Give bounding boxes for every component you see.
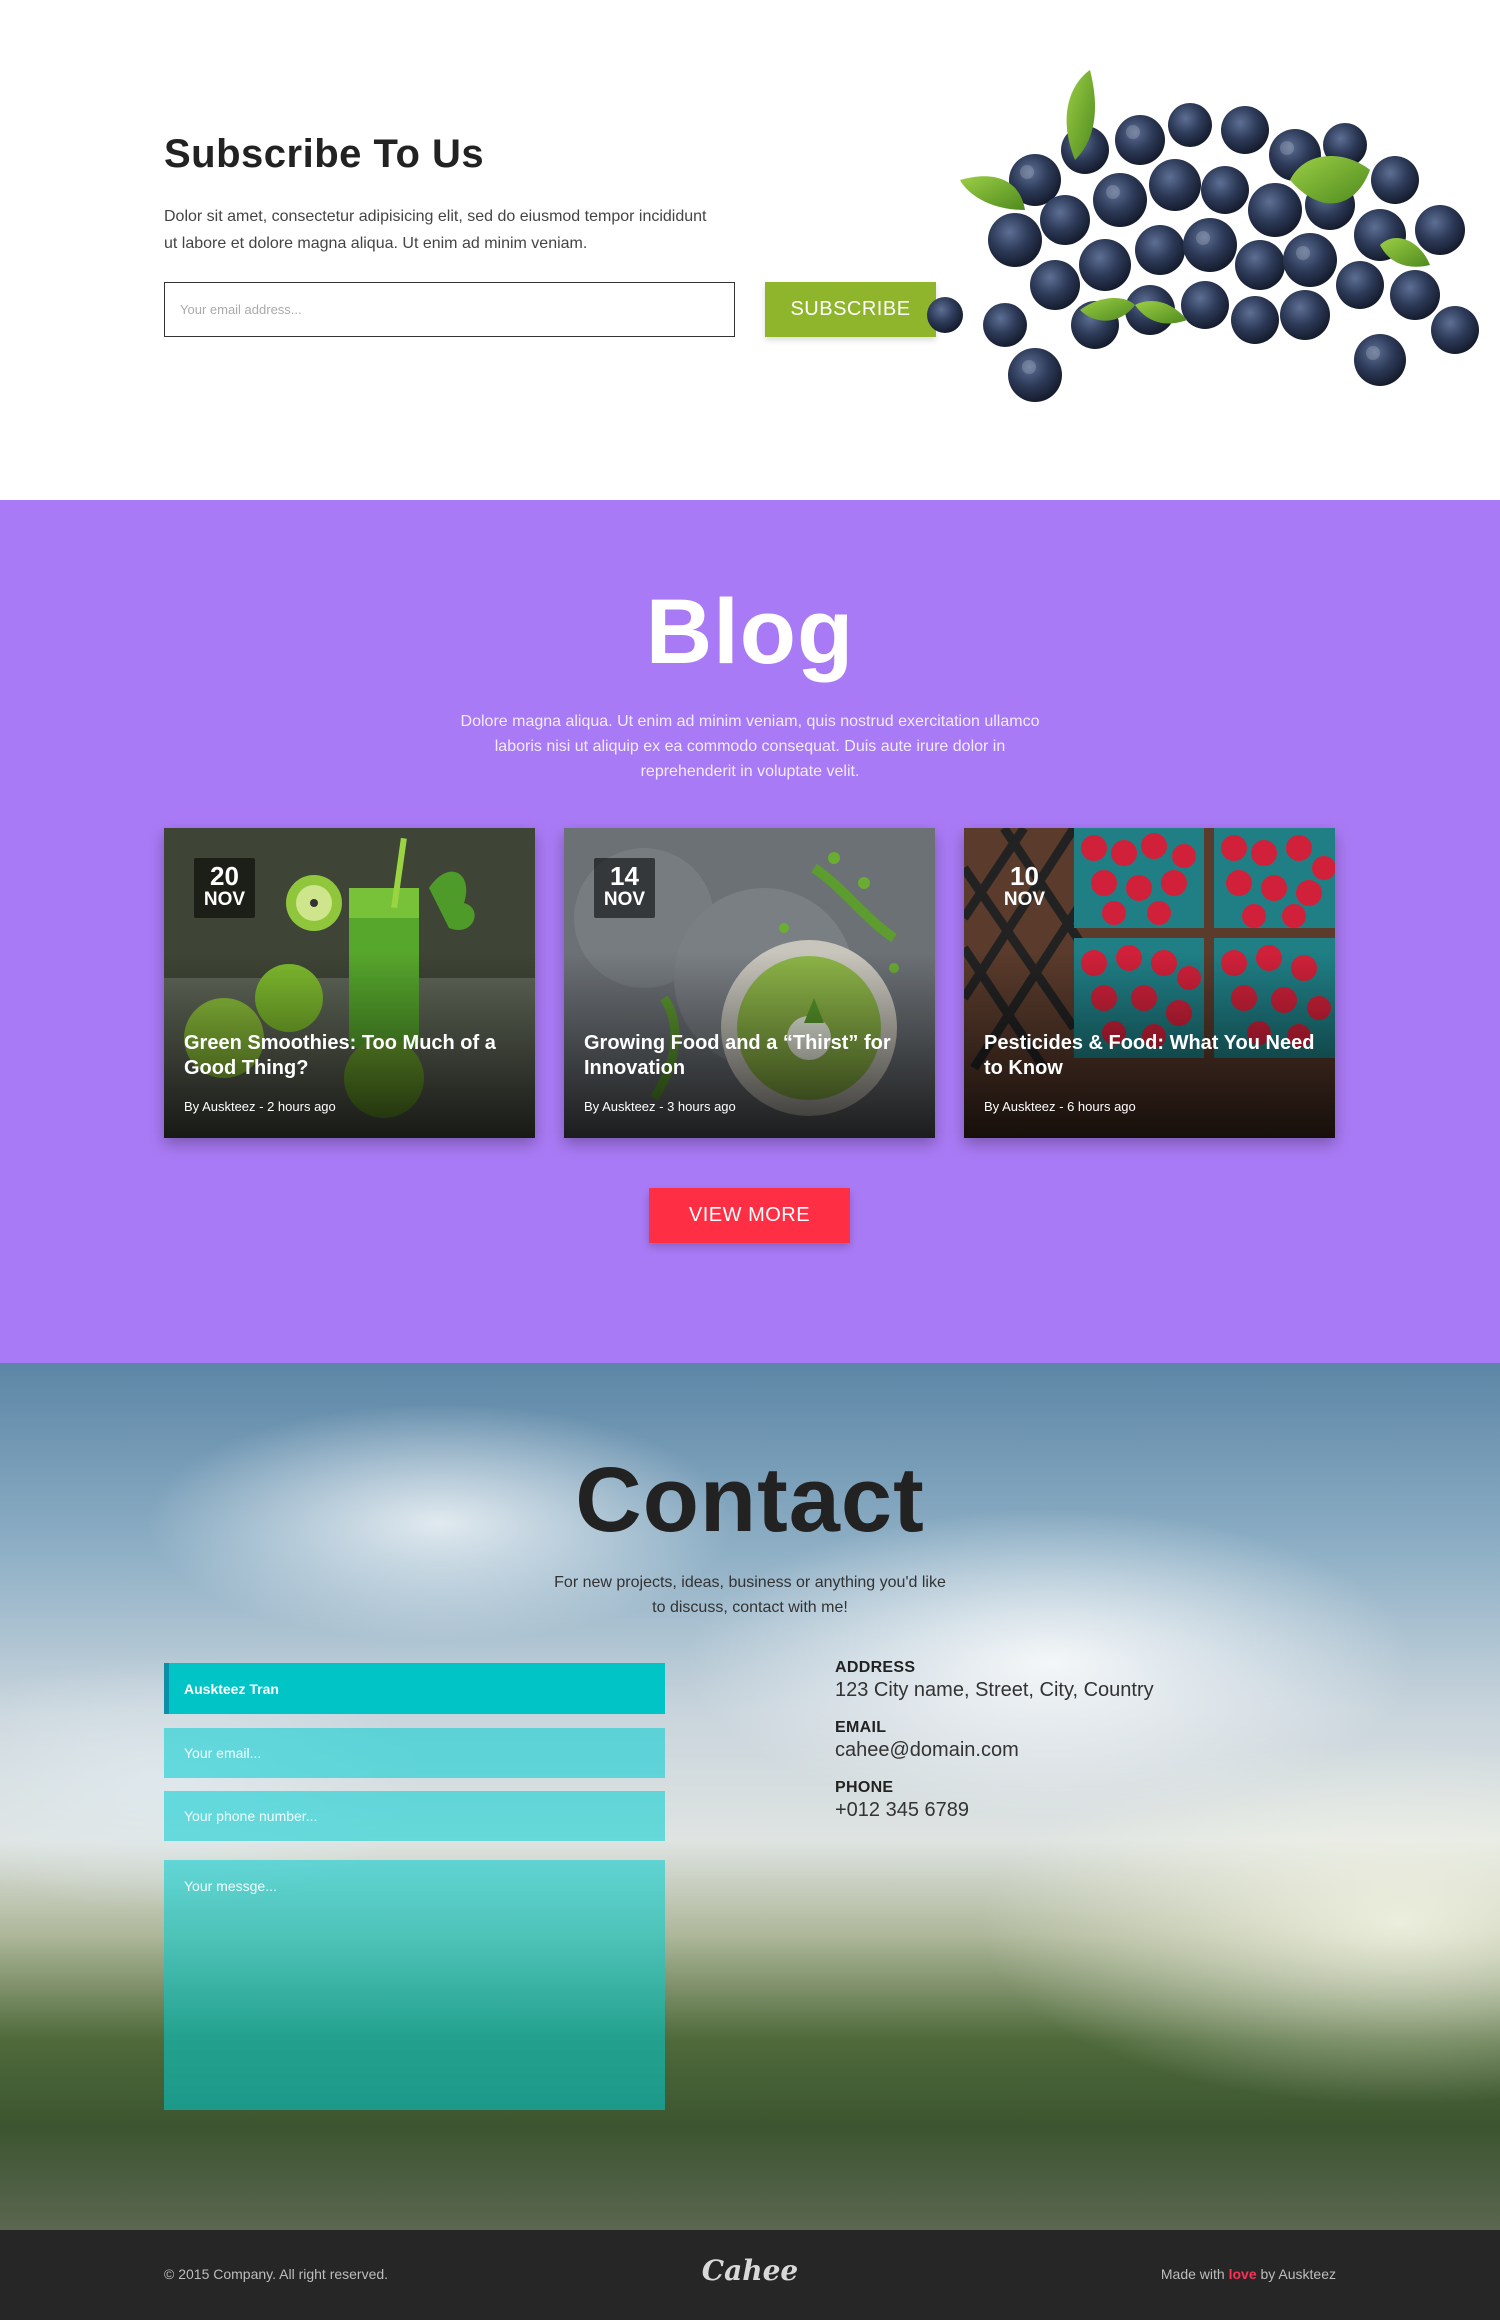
date-month: NOV	[203, 889, 246, 910]
phone-value[interactable]: +012 345 6789	[835, 1799, 969, 1822]
date-badge: 10 NOV	[994, 858, 1055, 918]
blog-section: Blog Dolore magna aliqua. Ut enim ad min…	[0, 500, 1500, 1363]
phone-field[interactable]	[164, 1791, 665, 1841]
post-title[interactable]: Green Smoothies: Too Much of a Good Thin…	[184, 1031, 519, 1081]
date-day: 10	[1010, 861, 1039, 891]
address-value: 123 City name, Street, City, Country	[835, 1679, 1154, 1701]
love-text: love	[1228, 2266, 1257, 2282]
subscribe-description: Dolor sit amet, consectetur adipisicing …	[164, 208, 707, 252]
subscribe-section: Subscribe To Us Dolor sit amet, consecte…	[0, 0, 1500, 500]
phone-label: PHONE	[835, 1779, 894, 1796]
post-meta: By Auskteez - 3 hours ago	[584, 1099, 736, 1114]
contact-title: Contact	[575, 1449, 925, 1551]
message-field[interactable]	[164, 1860, 665, 2110]
subscribe-button[interactable]: SUBSCRIBE	[765, 282, 936, 337]
email-block: EMAIL cahee@domain.com	[835, 1719, 1019, 1762]
post-title[interactable]: Growing Food and a “Thirst” for Innovati…	[584, 1031, 919, 1081]
made-suffix[interactable]: by Auskteez	[1261, 2266, 1337, 2282]
subscribe-title: Subscribe To Us	[164, 132, 485, 176]
phone-block: PHONE +012 345 6789	[835, 1779, 969, 1822]
date-day: 20	[210, 861, 239, 891]
date-day: 14	[610, 861, 639, 891]
blog-card[interactable]: 20 NOV Green Smoothies: Too Much of a Go…	[164, 828, 535, 1138]
email-field[interactable]	[164, 1728, 665, 1778]
email-value[interactable]: cahee@domain.com	[835, 1739, 1019, 1762]
footer: © 2015 Company. All right reserved. Cahe…	[0, 2230, 1500, 2320]
contact-description: For new projects, ideas, business or any…	[554, 1574, 946, 1616]
contact-section: Contact For new projects, ideas, busines…	[0, 1363, 1500, 2230]
address-block: ADDRESS 123 City name, Street, City, Cou…	[835, 1659, 1154, 1702]
made-with-text: Made with love by Auskteez	[1161, 2266, 1336, 2282]
post-meta: By Auskteez - 6 hours ago	[984, 1099, 1136, 1114]
subscribe-email-input[interactable]	[164, 282, 735, 337]
date-month: NOV	[1003, 889, 1046, 910]
address-label: ADDRESS	[835, 1659, 916, 1676]
blog-card[interactable]: 14 NOV Growing Food and a “Thirst” for I…	[564, 828, 935, 1138]
blog-card[interactable]: 10 NOV Pesticides & Food: What You Need …	[964, 828, 1335, 1138]
email-label: EMAIL	[835, 1719, 887, 1736]
name-field[interactable]	[164, 1663, 665, 1714]
date-badge: 14 NOV	[594, 858, 655, 918]
date-month: NOV	[603, 889, 646, 910]
date-badge: 20 NOV	[194, 858, 255, 918]
made-prefix: Made with	[1160, 2266, 1225, 2282]
post-title[interactable]: Pesticides & Food: What You Need to Know	[984, 1031, 1319, 1081]
blog-description: Dolore magna aliqua. Ut enim ad minim ve…	[460, 713, 1040, 780]
post-meta: By Auskteez - 2 hours ago	[184, 1099, 336, 1114]
blueberries-image	[927, 70, 1479, 402]
blog-title: Blog	[645, 581, 855, 683]
view-more-button[interactable]: VIEW MORE	[649, 1188, 850, 1243]
